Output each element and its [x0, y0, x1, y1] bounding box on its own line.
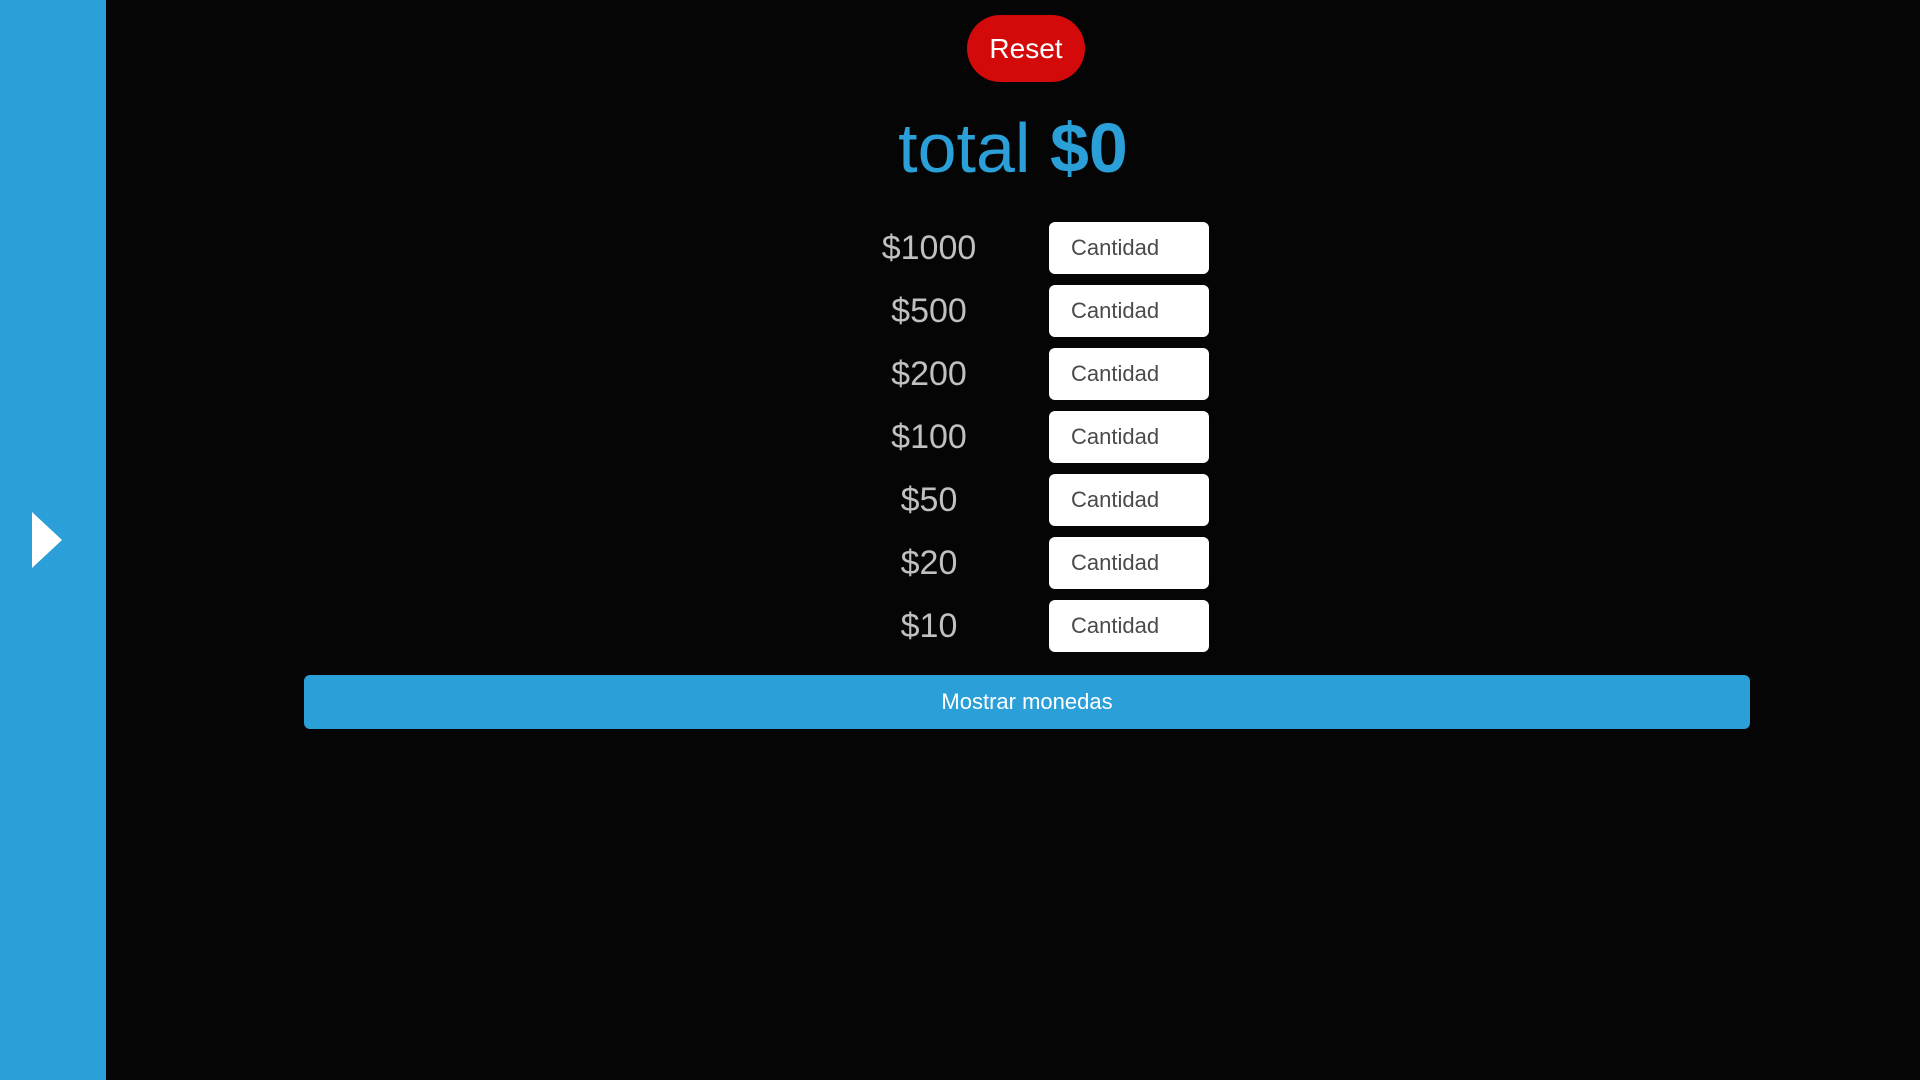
play-triangle-icon: [32, 512, 62, 568]
denomination-row-20: $20: [106, 537, 1920, 589]
denomination-label: $1000: [881, 229, 977, 267]
quantity-input-50[interactable]: [1049, 474, 1209, 526]
reset-button[interactable]: Reset: [967, 15, 1085, 82]
main-content: Reset total $0 $1000 $500 $200 $100: [106, 0, 1920, 1080]
sidebar: [0, 0, 106, 1080]
quantity-input-20[interactable]: [1049, 537, 1209, 589]
sidebar-toggle-button[interactable]: [20, 500, 70, 580]
show-coins-button[interactable]: Mostrar monedas: [304, 675, 1750, 729]
denomination-row-200: $200: [106, 348, 1920, 400]
denomination-row-100: $100: [106, 411, 1920, 463]
total-label: total: [898, 109, 1031, 187]
total-display: total $0: [106, 105, 1920, 191]
denomination-row-10: $10: [106, 600, 1920, 652]
quantity-input-100[interactable]: [1049, 411, 1209, 463]
quantity-input-1000[interactable]: [1049, 222, 1209, 274]
denomination-label: $20: [900, 544, 958, 582]
denomination-label: $50: [900, 481, 958, 519]
denomination-row-500: $500: [106, 285, 1920, 337]
denomination-row-1000: $1000: [106, 222, 1920, 274]
app-root: Reset total $0 $1000 $500 $200 $100: [0, 0, 1920, 1080]
denomination-row-50: $50: [106, 474, 1920, 526]
denomination-label: $10: [900, 607, 958, 645]
denomination-label: $100: [891, 418, 967, 456]
quantity-input-500[interactable]: [1049, 285, 1209, 337]
total-amount: $0: [1049, 109, 1128, 187]
quantity-input-10[interactable]: [1049, 600, 1209, 652]
quantity-input-200[interactable]: [1049, 348, 1209, 400]
denomination-label: $500: [891, 292, 967, 330]
denomination-label: $200: [891, 355, 967, 393]
